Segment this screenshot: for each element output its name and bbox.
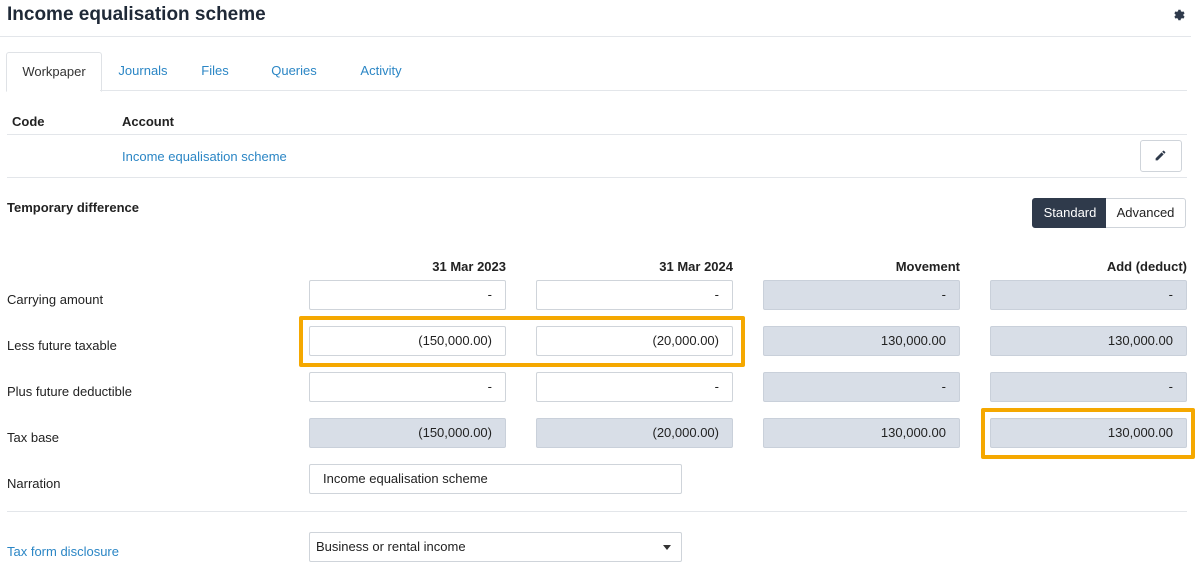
tax-form-disclosure-select[interactable]: Business or rental income	[309, 532, 682, 562]
edit-button[interactable]	[1140, 140, 1182, 172]
col-header-add-deduct: Add (deduct)	[1106, 259, 1187, 274]
less-future-taxable-2023-input[interactable]: (150,000.00)	[309, 326, 506, 356]
col-header-2024: 31 Mar 2024	[659, 259, 733, 274]
carrying-amount-2023-input[interactable]: -	[309, 280, 506, 310]
table-bottom-divider	[7, 177, 1187, 178]
advanced-toggle[interactable]: Advanced	[1106, 198, 1186, 228]
carrying-amount-2024-input[interactable]: -	[536, 280, 733, 310]
page-title: Income equalisation scheme	[7, 4, 266, 25]
tab-journals[interactable]: Journals	[110, 52, 176, 90]
plus-future-deductible-2024-input[interactable]: -	[536, 372, 733, 402]
tax-base-2023: (150,000.00)	[309, 418, 506, 448]
tax-base-add-deduct: 130,000.00	[990, 418, 1187, 448]
plus-future-deductible-movement: -	[763, 372, 960, 402]
row-label-less-future-taxable: Less future taxable	[7, 338, 117, 353]
table-header-divider	[7, 134, 1187, 135]
row-label-carrying-amount: Carrying amount	[7, 292, 104, 307]
tabs-divider	[100, 90, 1187, 91]
carrying-amount-add-deduct: -	[990, 280, 1187, 310]
tax-base-movement: 130,000.00	[763, 418, 960, 448]
tax-form-disclosure-link[interactable]: Tax form disclosure	[7, 544, 119, 559]
tab-files[interactable]: Files	[192, 52, 238, 90]
carrying-amount-movement: -	[763, 280, 960, 310]
tax-form-disclosure-value: Business or rental income	[316, 539, 466, 554]
section-divider	[7, 511, 1187, 512]
tab-activity[interactable]: Activity	[351, 52, 411, 90]
account-header: Account	[122, 114, 174, 129]
section-title: Temporary difference	[7, 200, 139, 215]
chevron-down-icon	[663, 545, 671, 550]
gear-icon[interactable]	[1171, 8, 1187, 24]
less-future-taxable-2024-input[interactable]: (20,000.00)	[536, 326, 733, 356]
narration-input[interactable]: Income equalisation scheme	[309, 464, 682, 494]
tax-base-2024: (20,000.00)	[536, 418, 733, 448]
less-future-taxable-add-deduct: 130,000.00	[990, 326, 1187, 356]
plus-future-deductible-2023-input[interactable]: -	[309, 372, 506, 402]
tab-workpaper[interactable]: Workpaper	[6, 52, 102, 92]
standard-toggle[interactable]: Standard	[1032, 198, 1108, 228]
narration-label: Narration	[7, 476, 61, 491]
col-header-movement: Movement	[895, 259, 960, 274]
tab-queries[interactable]: Queries	[263, 52, 325, 90]
row-label-plus-future-deductible: Plus future deductible	[7, 384, 133, 399]
header-divider	[0, 36, 1191, 37]
row-label-tax-base: Tax base	[7, 430, 60, 445]
less-future-taxable-movement: 130,000.00	[763, 326, 960, 356]
plus-future-deductible-add-deduct: -	[990, 372, 1187, 402]
pencil-icon	[1155, 150, 1166, 161]
account-link[interactable]: Income equalisation scheme	[122, 149, 287, 164]
col-header-2023: 31 Mar 2023	[432, 259, 506, 274]
code-header: Code	[12, 114, 45, 129]
